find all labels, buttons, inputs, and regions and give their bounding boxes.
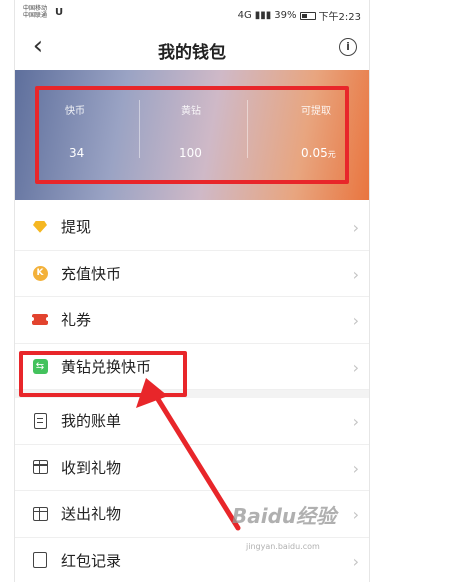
chevron-right-icon: › [352,505,359,524]
chevron-right-icon: › [352,218,359,237]
bill-icon [31,412,49,430]
gift-icon [31,458,49,476]
menu-item-coupons[interactable]: 礼券 › [15,297,369,344]
signal-icon: ▮▮▮ [254,10,272,21]
balance-banner: 快币 34 黄钻 100 可提取 0.05元 [15,70,369,200]
carrier-2: 中国联通 [23,12,48,19]
gift-icon [31,505,49,523]
watermark-logo: Baidu经验 [232,504,337,528]
menu-item-label: 充值快币 [61,264,122,283]
phone-screen: 中国移动 中国联通 U 4G ▮▮▮ 39% 下午2:23 ‹ 我的钱包 i 快… [14,0,370,582]
chevron-right-icon: › [352,357,359,377]
menu-item-label: 红包记录 [61,551,122,570]
menu-item-label: 收到礼物 [61,458,122,477]
menu-item-label: 礼券 [61,311,92,330]
balance-highlight-box [35,86,349,184]
status-bar: 中国移动 中国联通 U 4G ▮▮▮ 39% 下午2:23 [15,0,369,26]
watermark-url: jingyan.baidu.com [246,542,320,551]
page-title: 我的钱包 [158,43,226,63]
chevron-right-icon: › [352,458,359,478]
chevron-right-icon: › [352,412,359,431]
battery-icon [299,11,316,20]
menu-item-recharge[interactable]: K 充值快币 › [15,250,369,297]
menu-item-label: 送出礼物 [61,505,122,524]
diamond-icon [31,218,49,236]
menu-item-exchange[interactable]: ⇆ 黄钻兑换快币 › [15,343,369,390]
status-time: 下午2:23 [318,12,361,23]
ticket-icon [30,311,50,329]
section-divider [15,390,369,398]
menu-item-bills[interactable]: 我的账单 › [15,398,369,445]
nav-bar: ‹ 我的钱包 i [15,26,369,70]
carrier-info: 中国移动 中国联通 [23,5,47,19]
chevron-right-icon: › [352,264,359,284]
menu-item-withdraw[interactable]: 提现 › [15,204,369,251]
exchange-icon: ⇆ [31,357,49,375]
menu-item-label: 提现 [61,218,92,237]
menu-item-label: 黄钻兑换快币 [61,357,152,376]
carrier-logo-icon: U [55,7,64,18]
battery-level: 39% [274,10,297,21]
menu-item-received-gifts[interactable]: 收到礼物 › [15,444,369,491]
envelope-icon [31,551,49,569]
chevron-right-icon: › [352,551,359,571]
status-indicators: 4G ▮▮▮ 39% 下午2:23 [238,8,361,23]
coin-icon: K [31,264,49,282]
menu-item-label: 我的账单 [61,412,122,431]
network-label: 4G [237,10,252,21]
carrier-1: 中国移动 [23,5,48,12]
info-icon[interactable]: i [339,38,357,56]
chevron-right-icon: › [352,311,359,330]
